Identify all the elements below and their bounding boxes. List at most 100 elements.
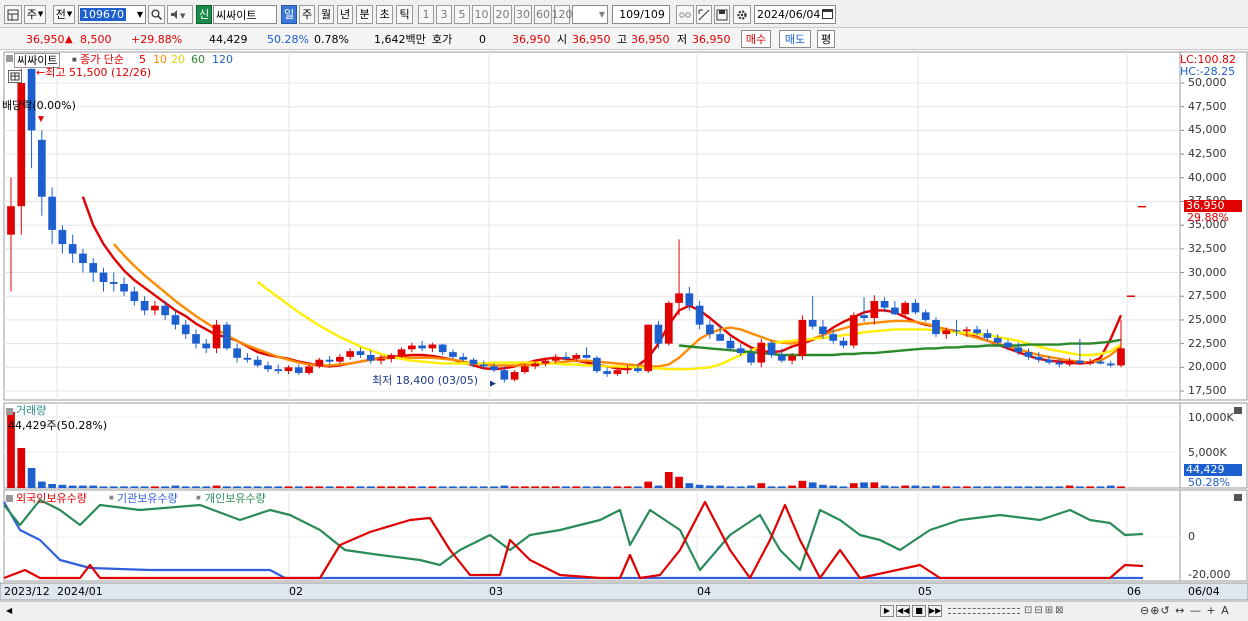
count-field[interactable]: 109/109: [612, 5, 670, 24]
interval-60[interactable]: 60: [534, 5, 552, 24]
candle-body: [294, 367, 303, 373]
stock-name-field[interactable]: 씨싸이트: [213, 5, 277, 24]
date-field[interactable]: 2024/06/04: [754, 5, 836, 24]
candle-body: [962, 329, 971, 332]
forward-icon[interactable]: ▶▶: [928, 605, 942, 617]
candle-body: [161, 305, 170, 316]
candle-body: [973, 329, 981, 334]
buy-button[interactable]: 매수: [741, 30, 771, 48]
interval-3[interactable]: 3: [436, 5, 452, 24]
interval-10[interactable]: 10: [472, 5, 491, 24]
period-tab-tick[interactable]: 틱: [396, 5, 413, 24]
candle-body: [305, 366, 313, 373]
layout-icon[interactable]: [4, 5, 22, 24]
x-label-06: 06: [1127, 585, 1141, 598]
close-panel-icon[interactable]: [1234, 494, 1242, 501]
panel-frame: [3, 402, 1181, 489]
link-icon[interactable]: [676, 5, 694, 24]
volume-bar: [397, 486, 406, 488]
candle-body: [274, 369, 283, 372]
period-tab-second[interactable]: 초: [376, 5, 393, 24]
volume-bar: [366, 486, 375, 488]
period-tab-week[interactable]: 주: [299, 5, 315, 24]
chevron-down-icon[interactable]: ▼: [137, 10, 143, 19]
pct-tag: 29.88%: [1187, 211, 1229, 224]
candle-body: [99, 272, 108, 283]
volume-bar: [891, 486, 899, 488]
candle-body: [952, 330, 961, 332]
candle-body: [1045, 359, 1053, 363]
custom-interval-select[interactable]: ▼: [572, 5, 608, 24]
volume-bar: [592, 486, 601, 488]
volume-tag: 44,429: [1184, 464, 1242, 476]
candle-body: [130, 291, 139, 301]
stop-icon[interactable]: ■: [912, 605, 926, 617]
zoom-slider[interactable]: [948, 608, 1020, 614]
period-tab-day[interactable]: 일: [281, 5, 297, 24]
candle-body: [849, 315, 858, 346]
volume-bar: [901, 485, 910, 488]
volume-bar: [962, 486, 971, 488]
x-label-2023-12: 2023/12: [4, 585, 50, 598]
volume-bar: [315, 486, 324, 488]
gear-icon[interactable]: [733, 5, 751, 24]
candle-body: [767, 342, 776, 355]
candle-body: [264, 365, 272, 370]
panel-toggle-icon[interactable]: [6, 55, 13, 62]
prev-select[interactable]: 전 ▼: [53, 5, 75, 24]
interval-120[interactable]: 120: [552, 5, 573, 24]
volume-bar: [418, 486, 426, 488]
zoom-tools-icon[interactable]: ⊖⊕↺ ↔ — + A: [1140, 604, 1230, 617]
volume-bar: [294, 486, 303, 488]
legend-foreign: 외국인보유수량: [16, 492, 87, 505]
interval-5[interactable]: 5: [454, 5, 470, 24]
search-icon[interactable]: [148, 5, 165, 24]
period-tab-month[interactable]: 월: [318, 5, 334, 24]
calendar-icon[interactable]: [822, 8, 833, 22]
scroll-left-icon[interactable]: ◀: [6, 606, 12, 615]
volume-bar: [1117, 486, 1125, 488]
period-tab-year[interactable]: 년: [337, 5, 353, 24]
sell-button[interactable]: 매도: [779, 30, 811, 48]
volume-panel-toggle-icon[interactable]: [6, 408, 13, 415]
volume-bar: [1086, 486, 1095, 488]
holding-panel-toggle-icon[interactable]: [6, 495, 13, 502]
volume-bar: [99, 486, 108, 488]
volume-bar: [202, 486, 211, 488]
price-tick-label: 50,000: [1188, 76, 1227, 89]
interval-1[interactable]: 1: [418, 5, 434, 24]
candle-body: [613, 370, 622, 374]
low-label: 저: [677, 33, 688, 46]
volume-bar: [428, 486, 437, 488]
avg-button[interactable]: 평: [817, 30, 835, 48]
rewind-icon[interactable]: ◀◀: [896, 605, 910, 617]
period-select[interactable]: 주 ▼: [24, 5, 46, 24]
speaker-icon[interactable]: ▼: [167, 5, 193, 24]
chart-canvas[interactable]: [0, 50, 1248, 621]
candle-body: [37, 139, 46, 197]
x-end-label: 06/04: [1188, 585, 1220, 598]
period-tab-minute[interactable]: 분: [356, 5, 373, 24]
code-input[interactable]: 109670 ▼: [78, 5, 146, 24]
close-panel-icon[interactable]: [1234, 407, 1242, 414]
candle-body: [407, 345, 416, 350]
interval-20[interactable]: 20: [493, 5, 512, 24]
price-change: 8,500: [80, 32, 112, 46]
view-tools-icon[interactable]: ⊡⊟⊞⊠: [1024, 605, 1066, 616]
save-icon[interactable]: [714, 5, 730, 24]
hoga-price: 36,950: [512, 32, 551, 46]
interval-30[interactable]: 30: [514, 5, 532, 24]
high-label: 고: [617, 33, 628, 46]
play-icon[interactable]: ▶: [880, 605, 894, 617]
high-note: ←최고 51,500 (12/26): [36, 66, 152, 79]
volume-bar: [1065, 485, 1074, 488]
candle-body: [675, 293, 683, 303]
table-icon[interactable]: [8, 70, 22, 83]
candle-body: [253, 359, 262, 366]
volume-bar: [79, 485, 87, 488]
candle-body: [68, 244, 77, 254]
open-label: 시: [557, 33, 568, 46]
crosshair-icon[interactable]: [696, 5, 712, 24]
candle-body: [531, 363, 540, 367]
candle-body: [418, 345, 426, 349]
